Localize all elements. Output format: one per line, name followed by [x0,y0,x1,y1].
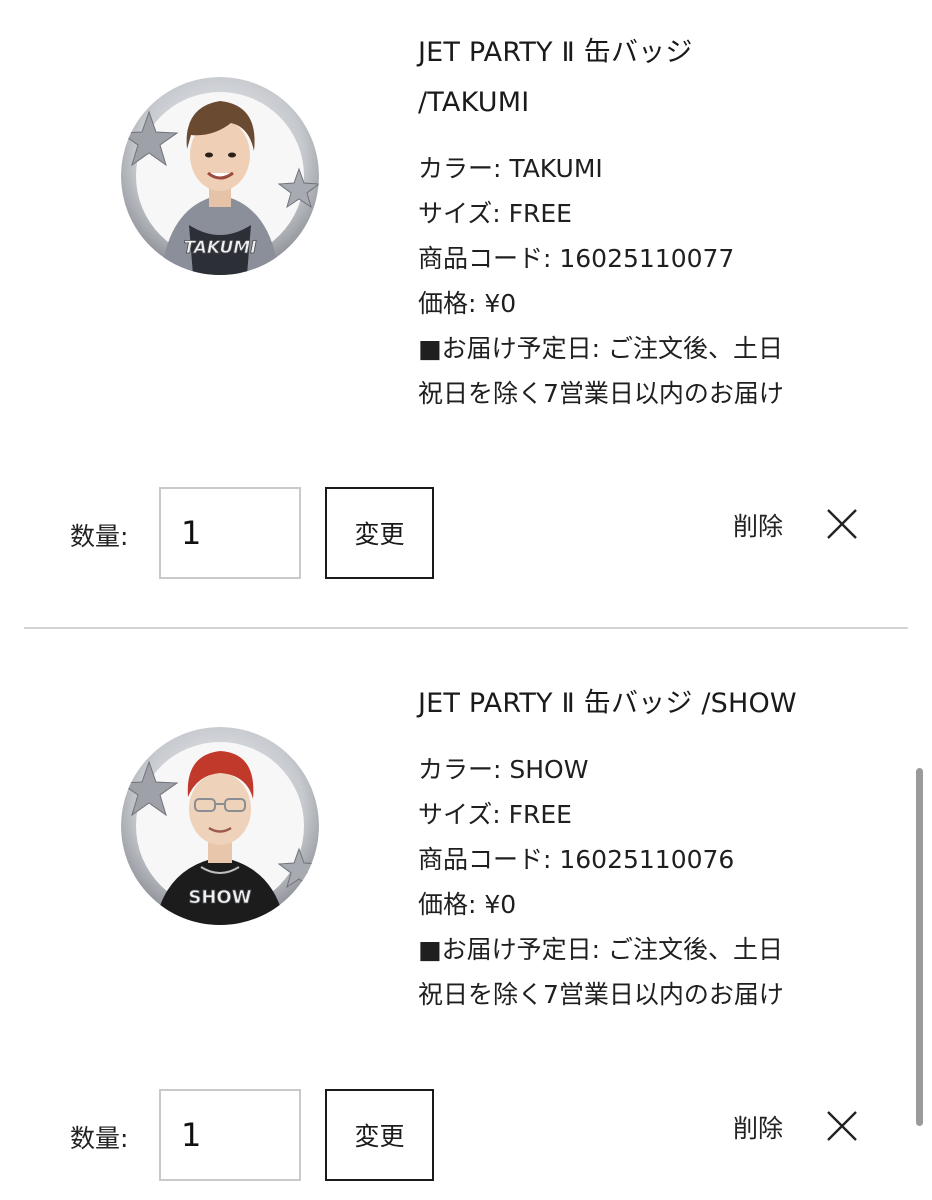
badge-name-text: TAKUMI [183,238,256,258]
cart-item: SHOW JET PARTY Ⅱ 缶バッジ /SHOW カラー: SHOW サイ… [0,629,932,1200]
change-quantity-button[interactable]: 変更 [325,1089,434,1181]
cart-item: TAKUMI JET PARTY Ⅱ 缶バッジ /TAKUMI カラー: TAK… [0,0,932,628]
delivery-note-line: ■お届け予定日: ご注文後、土日 [418,334,783,363]
product-details: JET PARTY Ⅱ 缶バッジ /TAKUMI カラー: TAKUMI サイズ… [418,28,888,416]
product-title[interactable]: JET PARTY Ⅱ 缶バッジ /SHOW [418,679,888,729]
delivery-note-line: ■お届け予定日: ご注文後、土日 [418,935,783,964]
product-title-line: JET PARTY Ⅱ 缶バッジ [418,37,693,68]
badge-name-text: SHOW [188,887,251,908]
change-quantity-button[interactable]: 変更 [325,487,434,579]
product-image[interactable]: SHOW [121,727,319,925]
product-size: サイズ: FREE [418,199,572,228]
quantity-label: 数量: [70,1124,129,1153]
close-icon[interactable] [826,1110,858,1142]
quantity-label: 数量: [70,522,129,551]
delivery-note-line: 祝日を除く7営業日以内のお届け [418,980,784,1009]
delete-label[interactable]: 削除 [733,1109,783,1145]
product-size: サイズ: FREE [418,800,572,829]
quantity-input[interactable] [159,1089,301,1181]
badge-image: SHOW [121,727,319,925]
close-icon[interactable] [826,508,858,540]
product-title[interactable]: JET PARTY Ⅱ 缶バッジ /TAKUMI [418,28,758,128]
product-title-line: /TAKUMI [418,87,530,118]
scrollbar-thumb[interactable] [916,768,923,1126]
delivery-note-line: 祝日を除く7営業日以内のお届け [418,379,784,408]
product-code: 商品コード: 16025110076 [418,845,735,874]
delivery-note: ■お届け予定日: ご注文後、土日 祝日を除く7営業日以内のお届け [418,927,848,1017]
product-price: 価格: ¥0 [418,890,517,919]
product-price: 価格: ¥0 [418,289,517,318]
delete-label[interactable]: 削除 [733,507,783,543]
product-color: カラー: SHOW [418,755,589,784]
product-image[interactable]: TAKUMI [121,77,319,275]
delivery-note: ■お届け予定日: ご注文後、土日 祝日を除く7営業日以内のお届け [418,326,848,416]
product-color: カラー: TAKUMI [418,154,603,183]
product-code: 商品コード: 16025110077 [418,244,735,273]
product-details: JET PARTY Ⅱ 缶バッジ /SHOW カラー: SHOW サイズ: FR… [418,679,888,1017]
quantity-input[interactable] [159,487,301,579]
badge-image: TAKUMI [121,77,319,275]
